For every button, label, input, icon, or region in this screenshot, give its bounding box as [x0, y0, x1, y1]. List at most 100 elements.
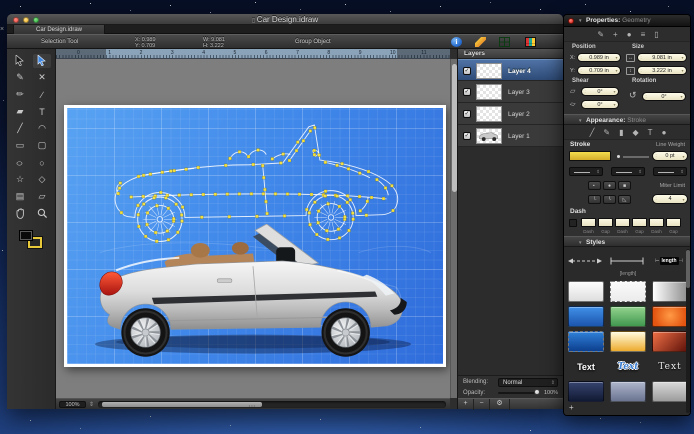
info-icon[interactable]: i [451, 37, 462, 47]
anchor-point[interactable] [214, 193, 217, 196]
style-swatch-silver[interactable] [652, 381, 688, 402]
anchor-point[interactable] [169, 170, 172, 173]
anchor-point[interactable] [365, 214, 368, 217]
brush-tab-icon[interactable]: ✎ [603, 128, 610, 137]
select-tool[interactable] [33, 54, 51, 68]
shear-h-field[interactable]: ∶0°▾ [581, 87, 619, 96]
anchor-point[interactable] [172, 217, 175, 220]
anchor-point[interactable] [286, 193, 289, 196]
anchor-point[interactable] [257, 149, 260, 152]
move-tool[interactable] [11, 54, 29, 68]
anchor-point[interactable] [202, 193, 205, 196]
anchor-point[interactable] [313, 126, 316, 129]
node-edit-tool[interactable]: ✕ [33, 71, 51, 85]
join-bevel-button[interactable]: ◺ [618, 195, 631, 204]
shape-tab-icon[interactable]: ● [627, 30, 632, 39]
opacity-slider[interactable] [498, 392, 538, 394]
style-swatch-green[interactable] [610, 306, 646, 327]
anchor-point[interactable] [261, 164, 264, 167]
style-swatch-navy[interactable] [568, 381, 604, 402]
tab-car-design[interactable]: × Car Design.idraw [13, 25, 105, 34]
anchor-point[interactable] [305, 208, 308, 211]
rect-tool[interactable]: ▭ [11, 139, 29, 153]
anchor-point[interactable] [197, 166, 200, 169]
anchor-point[interactable] [173, 169, 176, 172]
anchor-point[interactable] [279, 162, 282, 165]
anchor-point[interactable] [341, 162, 344, 165]
anchor-point[interactable] [119, 182, 122, 185]
title-bar[interactable]: ▯ Car Design.idraw [7, 14, 563, 25]
anchor-point[interactable] [271, 157, 274, 160]
style-swatch-gray-gradient[interactable] [652, 281, 688, 302]
anchor-point[interactable] [313, 201, 316, 204]
width-field[interactable]: ∶9.081 in▾ [637, 53, 687, 62]
dash-field-2[interactable] [598, 218, 613, 227]
join-round-button[interactable]: ╰ [603, 195, 616, 204]
fill-tab-icon[interactable]: ▮ [619, 128, 623, 137]
document-tab-icon[interactable]: ▯ [654, 30, 658, 39]
dash-field-4[interactable] [632, 218, 647, 227]
style-swatch-white-dashed[interactable] [610, 281, 646, 302]
style-length-badge[interactable]: ⊢length⊣ [651, 252, 687, 270]
circle-tool[interactable]: ○ [33, 156, 51, 170]
anchor-point[interactable] [384, 186, 387, 189]
anchor-point[interactable] [346, 194, 349, 197]
polygon-tool[interactable]: ◇ [33, 173, 51, 187]
dash-field-5[interactable] [649, 218, 664, 227]
anchor-point[interactable] [181, 220, 184, 223]
style-length-line[interactable] [609, 252, 645, 270]
style-text-serif[interactable]: Text [652, 356, 688, 377]
anchor-point[interactable] [185, 168, 188, 171]
anchor-point[interactable] [250, 192, 253, 195]
anchor-point[interactable] [159, 191, 162, 194]
panel-close-button[interactable] [568, 18, 574, 24]
layer-settings-button[interactable]: ⚙ [490, 399, 510, 410]
anchor-point[interactable] [190, 193, 193, 196]
style-swatch-steel[interactable] [610, 381, 646, 402]
hand-tool[interactable] [11, 207, 29, 221]
anchor-point[interactable] [283, 214, 286, 217]
anchor-point[interactable] [137, 213, 140, 216]
rounded-rect-tool[interactable]: ▢ [33, 139, 51, 153]
dash-field-6[interactable] [666, 218, 681, 227]
rotation-field[interactable]: ∶0°▾ [642, 92, 686, 101]
anchor-point[interactable] [308, 211, 311, 214]
style-swatch-blue[interactable] [568, 306, 604, 327]
layer-row-3[interactable]: ✓ Layer 3 [458, 81, 564, 103]
anchor-point[interactable] [282, 153, 285, 156]
anchor-point[interactable] [167, 207, 170, 210]
line-segment-tool[interactable]: ∕ [33, 88, 51, 102]
style-text-bold[interactable]: Text [568, 356, 604, 377]
anchor-point[interactable] [343, 215, 346, 218]
anchor-point[interactable] [370, 196, 373, 199]
vertical-scrollbar[interactable] [450, 59, 457, 398]
pencil-tool[interactable]: ✏ [11, 88, 29, 102]
anchor-point[interactable] [296, 141, 299, 144]
style-text-outline[interactable]: Text [610, 356, 646, 377]
styles-scrollbar[interactable] [686, 249, 690, 413]
style-arrow-dashed[interactable] [567, 252, 603, 270]
anchor-point[interactable] [181, 206, 184, 209]
anchor-point[interactable] [200, 216, 203, 219]
align-tab-icon[interactable]: ≡ [641, 30, 646, 39]
pencil-icon[interactable] [475, 37, 486, 47]
style-swatch-white[interactable] [568, 281, 604, 302]
end-marker-select[interactable]: ⇕ [653, 167, 687, 176]
anchor-point[interactable] [302, 139, 305, 142]
anchor-point[interactable] [324, 195, 327, 198]
dash-checkbox[interactable] [569, 219, 577, 227]
anchor-point[interactable] [130, 196, 133, 199]
fill-color-well[interactable] [19, 230, 33, 241]
remove-layer-button[interactable]: − [474, 399, 490, 410]
anchor-point[interactable] [391, 209, 394, 212]
start-marker-select[interactable]: ⇕ [569, 167, 603, 176]
anchor-point[interactable] [318, 154, 321, 157]
anchor-point[interactable] [274, 192, 277, 195]
rendered-car-image[interactable] [95, 224, 411, 361]
stroke-slider-track[interactable] [623, 156, 649, 158]
blueprint-document[interactable] [64, 105, 446, 367]
anchor-point[interactable] [338, 205, 341, 208]
anchor-point[interactable] [149, 173, 152, 176]
anchor-point[interactable] [313, 153, 316, 156]
tab-close-icon[interactable]: × [0, 26, 4, 33]
